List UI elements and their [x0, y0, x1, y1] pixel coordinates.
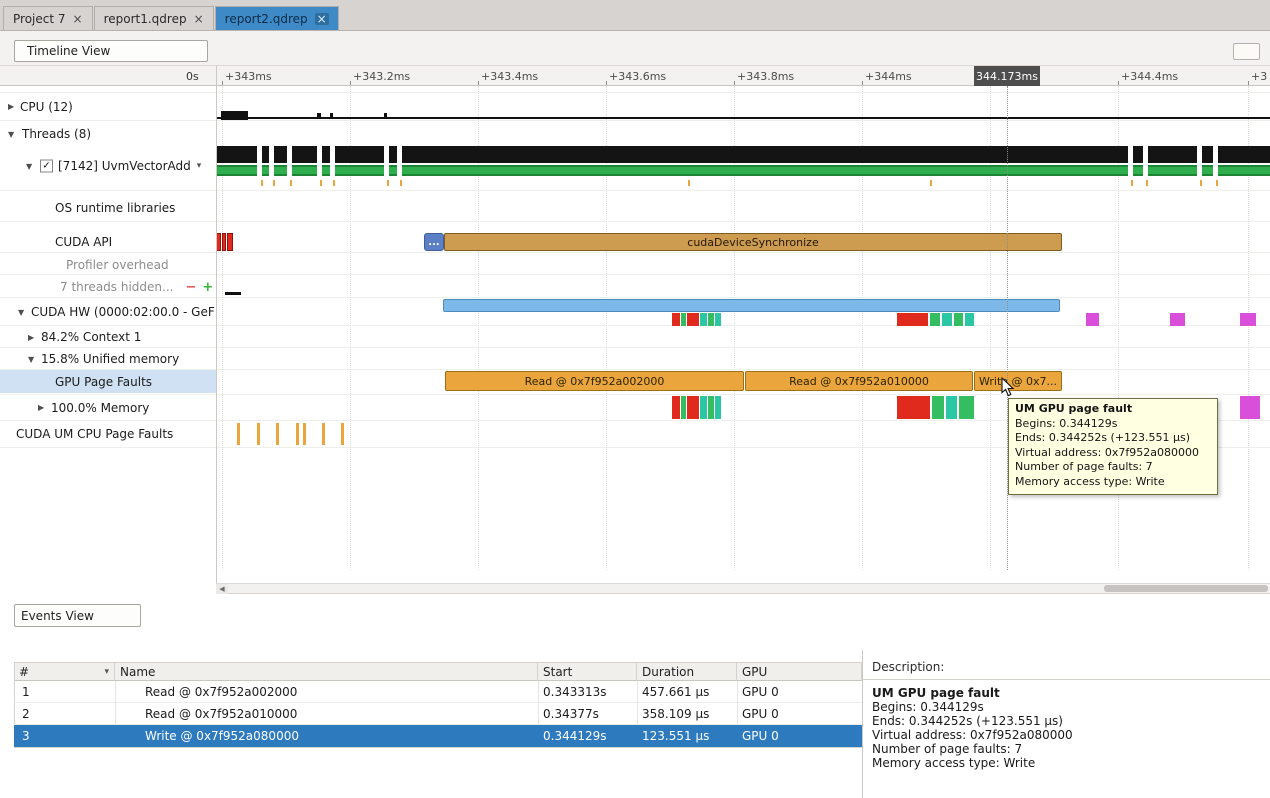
nsight-systems-window: Project 7×report1.qdrep×report2.qdrep× T… [0, 0, 1270, 798]
description-line: Virtual address: 0x7f952a080000 [872, 728, 1264, 742]
table-bottom-border [14, 747, 862, 748]
tooltip-line: Virtual address: 0x7f952a080000 [1015, 446, 1211, 461]
cell-number: 3 [22, 725, 30, 747]
table-row[interactable]: 1 Read @ 0x7f952a002000 0.343313s 457.661 µ… [14, 681, 862, 703]
cell-duration: 457.661 µs [642, 681, 709, 702]
cell-gpu: GPU 0 [742, 725, 779, 747]
cell-gpu: GPU 0 [742, 703, 779, 724]
cell-duration: 123.551 µs [642, 725, 709, 747]
description-line: Ends: 0.344252s (+123.551 µs) [872, 714, 1264, 728]
cell-start: 0.34377s [543, 703, 599, 724]
description-header: Description: [872, 660, 944, 674]
cell-number: 2 [22, 703, 30, 724]
time-cursor-readout: 344.173ms [974, 66, 1040, 86]
description-panel: UM GPU page fault Begins: 0.344129sEnds:… [872, 686, 1264, 770]
column-header-label: Start [543, 665, 572, 679]
cell-start: 0.343313s [543, 681, 607, 702]
column-header-gpu[interactable]: GPU [737, 662, 862, 681]
cell-start: 0.344129s [543, 725, 607, 747]
tooltip-line: Number of page faults: 7 [1015, 460, 1211, 475]
mouse-cursor [1001, 377, 1017, 398]
column-header-label: Duration [642, 665, 694, 679]
table-row[interactable]: 3 Write @ 0x7f952a080000 0.344129s 123.551 … [14, 725, 862, 747]
tooltip-line: Memory access type: Write [1015, 475, 1211, 490]
cell-number: 1 [22, 681, 30, 702]
time-cursor-line [1007, 86, 1008, 570]
cell-name: Read @ 0x7f952a002000 [145, 681, 297, 702]
cell-gpu: GPU 0 [742, 681, 779, 702]
description-line: Memory access type: Write [872, 756, 1264, 770]
cell-name: Write @ 0x7f952a080000 [145, 725, 299, 747]
tooltip-line: Ends: 0.344252s (+123.551 µs) [1015, 431, 1211, 446]
cell-duration: 358.109 µs [642, 703, 709, 724]
column-header-name[interactable]: Name [115, 662, 538, 681]
description-lines: Begins: 0.344129sEnds: 0.344252s (+123.5… [872, 700, 1264, 770]
table-row[interactable]: 2 Read @ 0x7f952a010000 0.34377s 358.109 µs… [14, 703, 862, 725]
tooltip-title: UM GPU page fault [1015, 402, 1211, 417]
cell-name: Read @ 0x7f952a010000 [145, 703, 297, 724]
panel-divider [862, 650, 863, 798]
description-line: Begins: 0.344129s [872, 700, 1264, 714]
event-tooltip: UM GPU page fault Begins: 0.344129sEnds:… [1008, 398, 1218, 495]
column-header-label: # [19, 665, 29, 679]
description-line: Number of page faults: 7 [872, 742, 1264, 756]
column-header-label: Name [120, 665, 155, 679]
description-separator [862, 679, 1270, 680]
column-header-start[interactable]: Start [538, 662, 637, 681]
tooltip-line: Begins: 0.344129s [1015, 417, 1211, 432]
column-header-label: GPU [742, 665, 767, 679]
filter-dropdown-icon[interactable]: ▾ [104, 667, 109, 677]
description-title: UM GPU page fault [872, 686, 1264, 700]
tooltip-lines: Begins: 0.344129sEnds: 0.344252s (+123.5… [1015, 417, 1211, 490]
column-header-duration[interactable]: Duration [637, 662, 737, 681]
column-header-item[interactable]: #▾ [14, 662, 115, 681]
